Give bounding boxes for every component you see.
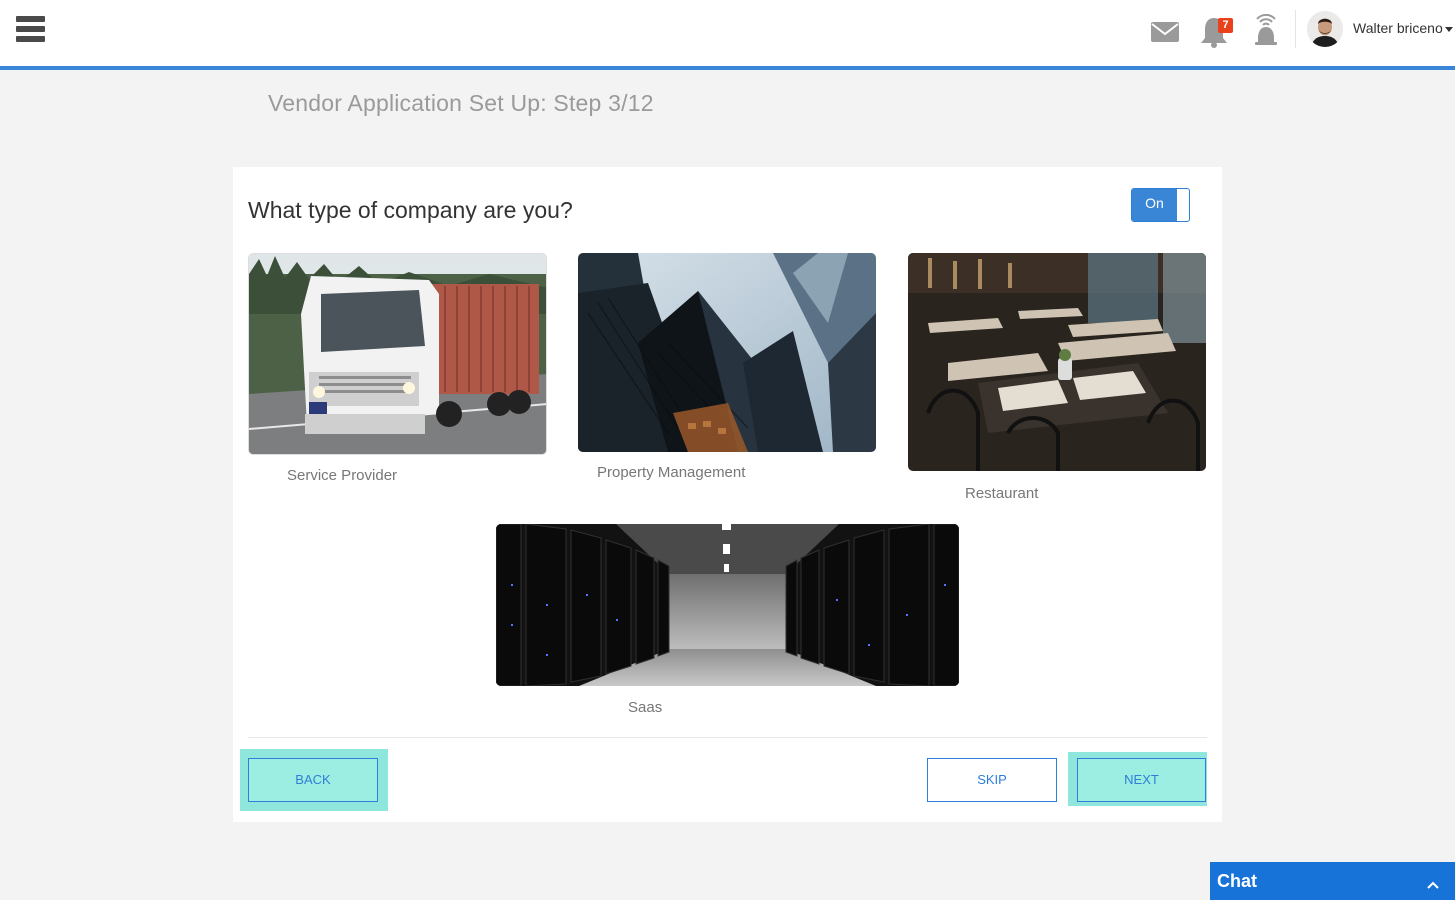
header-divider — [1295, 10, 1296, 48]
option-property-management[interactable]: Property Management — [578, 253, 878, 488]
toggle-on-label: On — [1132, 189, 1177, 221]
hamburger-menu-icon[interactable] — [16, 16, 46, 46]
back-button[interactable]: BACK — [248, 758, 378, 802]
server-room-image — [496, 524, 959, 686]
footer-divider — [248, 737, 1207, 738]
truck-image — [248, 253, 547, 455]
user-avatar[interactable] — [1307, 11, 1343, 47]
notification-badge: 7 — [1218, 18, 1233, 33]
option-restaurant[interactable]: Restaurant — [908, 253, 1208, 508]
next-button-highlight: NEXT — [1068, 752, 1207, 806]
chat-widget[interactable]: Chat — [1210, 862, 1455, 900]
on-off-toggle[interactable]: On — [1131, 188, 1190, 222]
user-menu[interactable]: Walter briceno — [1353, 20, 1453, 36]
chevron-up-icon — [1427, 876, 1439, 894]
option-label: Saas — [628, 699, 663, 716]
beacon-icon[interactable] — [1250, 13, 1282, 50]
option-label: Property Management — [597, 464, 746, 481]
option-saas[interactable]: Saas — [496, 524, 959, 724]
skyscrapers-image — [578, 253, 876, 452]
caret-down-icon — [1444, 26, 1453, 32]
option-label: Restaurant — [965, 485, 1039, 502]
option-service-provider[interactable]: Service Provider — [248, 253, 548, 488]
restaurant-image — [908, 253, 1206, 471]
skip-button[interactable]: SKIP — [927, 758, 1057, 802]
chat-label: Chat — [1217, 871, 1257, 891]
user-name: Walter briceno — [1353, 20, 1443, 36]
mail-icon[interactable] — [1150, 20, 1182, 56]
top-bar: 7 Walter briceno — [0, 0, 1455, 66]
back-button-highlight: BACK — [240, 749, 388, 811]
company-type-card: What type of company are you? On Service… — [233, 167, 1222, 822]
header-accent-line — [0, 66, 1455, 70]
question-heading: What type of company are you? — [248, 197, 573, 223]
page-title: Vendor Application Set Up: Step 3/12 — [268, 90, 654, 116]
next-button[interactable]: NEXT — [1077, 758, 1206, 802]
option-label: Service Provider — [287, 467, 398, 484]
